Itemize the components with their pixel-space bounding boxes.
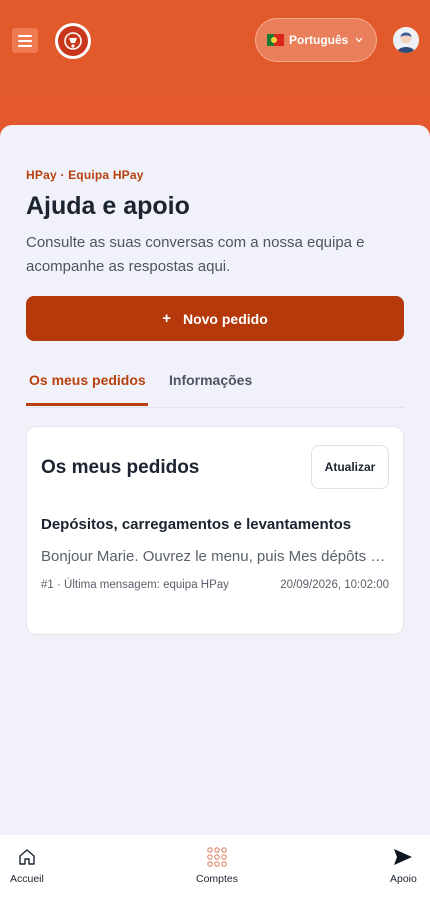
request-date: 20/09/2026, 10:02:00 <box>280 579 389 591</box>
chevron-down-icon <box>355 35 363 46</box>
refresh-button[interactable]: Atualizar <box>311 445 389 489</box>
nav-label: Comptes <box>196 873 239 885</box>
card-title: Os meus pedidos <box>41 457 200 478</box>
language-label: Português <box>289 33 349 47</box>
nav-item-home[interactable]: Accueil <box>10 847 44 885</box>
nav-label: Apoio <box>390 873 417 885</box>
request-meta: #1 · Última mensagem: equipa HPay <box>41 579 229 591</box>
page-title: Ajuda e apoio <box>26 192 190 220</box>
hamburger-icon[interactable] <box>12 28 38 53</box>
brand-logo[interactable] <box>55 23 91 59</box>
request-preview: Bonjour Marie. Ouvrez le menu, puis Mes … <box>41 548 391 565</box>
bottom-nav: Accueil Comptes Apoio <box>0 835 430 900</box>
nav-label: Accueil <box>10 873 44 885</box>
send-icon <box>393 847 413 867</box>
user-avatar-icon[interactable] <box>393 27 419 53</box>
page-subtitle: Consulte as suas conversas com a nossa e… <box>26 234 365 275</box>
nav-item-support[interactable]: Apoio <box>390 847 417 885</box>
tab-information[interactable]: Informações <box>169 372 252 388</box>
language-selector[interactable]: Português <box>255 18 377 62</box>
tab-bar: Os meus pedidos Informações <box>26 366 404 408</box>
active-tab-indicator <box>26 403 148 406</box>
plus-icon: + <box>162 310 171 327</box>
breadcrumb: HPay · Equipa HPay <box>26 168 144 182</box>
tab-my-requests[interactable]: Os meus pedidos <box>29 372 146 388</box>
requests-card: Os meus pedidos Atualizar Depósitos, car… <box>26 426 404 635</box>
home-icon <box>18 847 36 867</box>
new-request-label: Novo pedido <box>182 310 268 327</box>
portugal-flag-icon <box>267 34 284 46</box>
grid-icon <box>207 847 227 867</box>
request-title: Depósitos, carregamentos e levantamentos <box>41 516 352 533</box>
new-request-button[interactable]: + Novo pedido <box>26 296 404 341</box>
nav-item-accounts[interactable]: Comptes <box>196 847 238 885</box>
